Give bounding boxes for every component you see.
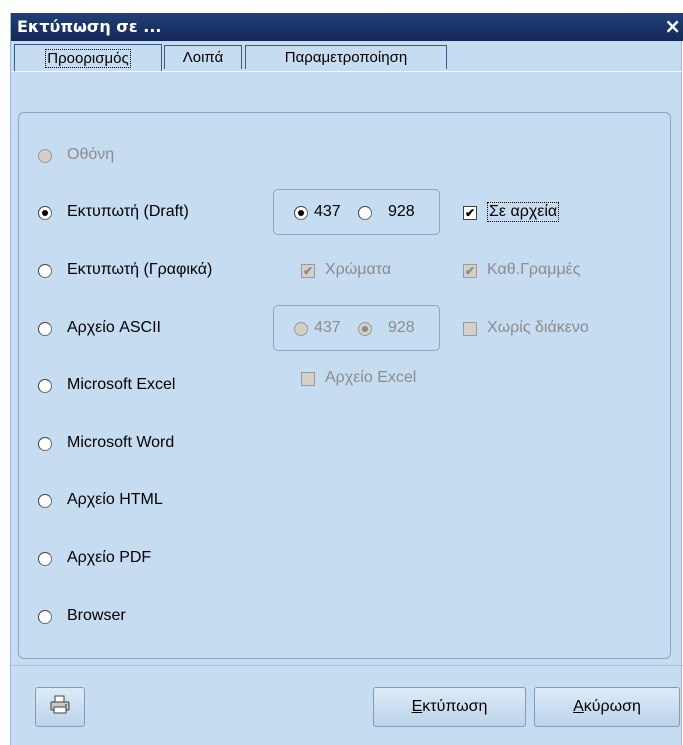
- radio-microsoft-excel-label: Microsoft Excel: [67, 376, 176, 393]
- radio-ascii-codepage-928[interactable]: [358, 322, 372, 336]
- close-icon[interactable]: ×: [664, 14, 681, 38]
- radio-pdf-file[interactable]: [38, 552, 52, 566]
- radio-codepage-437-label: 437: [314, 203, 341, 220]
- radio-html-file-label: Αρχείο HTML: [67, 491, 163, 508]
- title-bar: Εκτύπωση σε ... ×: [11, 13, 683, 41]
- radio-codepage-928-label: 928: [388, 203, 415, 220]
- checkbox-colors[interactable]: [301, 264, 315, 278]
- print-button-label: Εκτύπωση: [412, 698, 488, 716]
- tab-other-label: Λοιπά: [182, 49, 224, 66]
- radio-microsoft-excel[interactable]: [38, 379, 52, 393]
- tab-parameters[interactable]: Παραμετροποίηση: [245, 45, 447, 69]
- checkbox-lines-label: Καθ.Γραμμές: [487, 261, 581, 278]
- print-button[interactable]: Εκτύπωση: [373, 687, 526, 727]
- tab-other[interactable]: Λοιπά: [164, 45, 242, 69]
- checkbox-lines[interactable]: [463, 264, 477, 278]
- window-title: Εκτύπωση σε ...: [17, 17, 162, 36]
- checkbox-to-files-label: Σε αρχεία: [487, 202, 560, 222]
- radio-printer-graphics[interactable]: [38, 264, 52, 278]
- radio-browser-label: Browser: [67, 607, 126, 624]
- radio-printer-draft[interactable]: [38, 206, 52, 220]
- radio-codepage-437[interactable]: [294, 206, 308, 220]
- radio-ascii-file[interactable]: [38, 322, 52, 336]
- radio-printer-draft-label: Εκτυπωτή (Draft): [67, 203, 189, 220]
- ascii-codepage-group: 437 928: [273, 305, 440, 351]
- button-bar-divider: [11, 665, 683, 666]
- checkbox-no-spacing-label: Χωρίς διάκενο: [487, 319, 589, 336]
- checkbox-excel-file[interactable]: [301, 372, 315, 386]
- radio-printer-graphics-label: Εκτυπωτή (Γραφικά): [67, 261, 213, 278]
- radio-codepage-928[interactable]: [358, 206, 372, 220]
- print-dialog: Εκτύπωση σε ... × Προορισμός Λοιπά Παραμ…: [10, 13, 683, 745]
- cancel-label-rest: κύρωση: [583, 698, 641, 715]
- radio-browser[interactable]: [38, 610, 52, 624]
- radio-pdf-file-label: Αρχείο PDF: [67, 549, 152, 566]
- draft-codepage-group: 437 928: [273, 189, 440, 235]
- radio-ascii-codepage-437-label: 437: [314, 319, 341, 336]
- radio-microsoft-word[interactable]: [38, 437, 52, 451]
- checkbox-colors-label: Χρώματα: [325, 261, 392, 278]
- cancel-button-label: Ακύρωση: [573, 698, 641, 716]
- checkbox-excel-file-label: Αρχείο Excel: [325, 369, 417, 386]
- checkbox-no-spacing[interactable]: [463, 322, 477, 336]
- tab-divider: [11, 71, 683, 72]
- printer-icon: [49, 695, 71, 720]
- radio-screen[interactable]: [38, 149, 52, 163]
- tab-destination[interactable]: Προορισμός: [14, 44, 162, 71]
- print-hotkey: Ε: [411, 698, 423, 715]
- radio-microsoft-word-label: Microsoft Word: [67, 434, 175, 451]
- radio-ascii-codepage-928-label: 928: [388, 319, 415, 336]
- checkbox-to-files[interactable]: [463, 206, 477, 220]
- cancel-button[interactable]: Ακύρωση: [534, 687, 680, 727]
- radio-screen-label: Οθόνη: [67, 146, 115, 163]
- destination-panel: Οθόνη Εκτυπωτή (Draft) Εκτυπωτή (Γραφικά…: [18, 112, 671, 659]
- printer-setup-button[interactable]: [35, 687, 85, 727]
- cancel-hotkey: Α: [573, 698, 584, 715]
- tab-parameters-label: Παραμετροποίηση: [284, 49, 408, 66]
- print-label-rest: κτύπωση: [422, 698, 488, 715]
- radio-html-file[interactable]: [38, 494, 52, 508]
- radio-ascii-codepage-437[interactable]: [294, 322, 308, 336]
- radio-ascii-file-label: Αρχείο ASCII: [67, 319, 161, 336]
- tab-destination-label: Προορισμός: [45, 48, 131, 68]
